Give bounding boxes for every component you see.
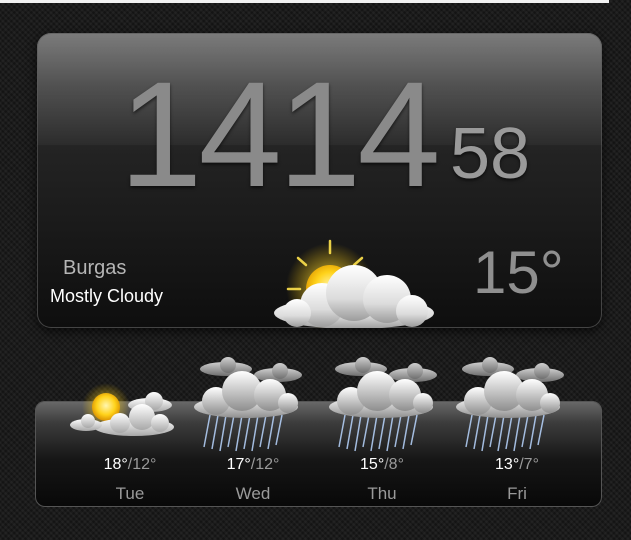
current-temperature: 15° <box>473 239 564 306</box>
partly-sunny-icon <box>70 383 174 436</box>
forecast-high: 15° <box>360 456 385 473</box>
weather-clock-widget[interactable]: 1414 58 Burgas Mostly Cloudy 15° <box>37 33 602 328</box>
forecast-low: 8° <box>388 456 404 473</box>
forecast-high: 18° <box>103 456 128 473</box>
forecast-temps-wed: 17°/12° <box>193 456 313 474</box>
clock-minute: 58 <box>450 114 531 194</box>
forecast-high: 17° <box>226 456 251 473</box>
city-name: Burgas <box>63 257 127 279</box>
clock-display: 1414 58 <box>37 33 602 233</box>
rain-cloud-icon <box>194 357 302 452</box>
forecast-day-fri: Fri <box>507 484 527 503</box>
rain-cloud-icon <box>456 357 564 452</box>
forecast-low: 12° <box>132 456 157 473</box>
forecast-day-tue: Tue <box>115 484 145 503</box>
forecast-low: 7° <box>523 456 539 473</box>
forecast-low: 12° <box>255 456 280 473</box>
forecast-day-thu: Thu <box>367 484 397 503</box>
forecast-temps-tue: 18°/12° <box>70 456 190 474</box>
clock-hour: 1414 <box>119 50 441 218</box>
forecast-temps-thu: 15°/8° <box>322 456 442 474</box>
weather-condition: Mostly Cloudy <box>50 286 164 306</box>
forecast-high: 13° <box>495 456 520 473</box>
rain-cloud-icon <box>329 357 437 452</box>
forecast-day-wed: Wed <box>235 484 271 503</box>
top-edge-strip <box>0 0 609 3</box>
sun-behind-cloud-icon <box>274 239 434 328</box>
forecast-temps-fri: 13°/7° <box>457 456 577 474</box>
